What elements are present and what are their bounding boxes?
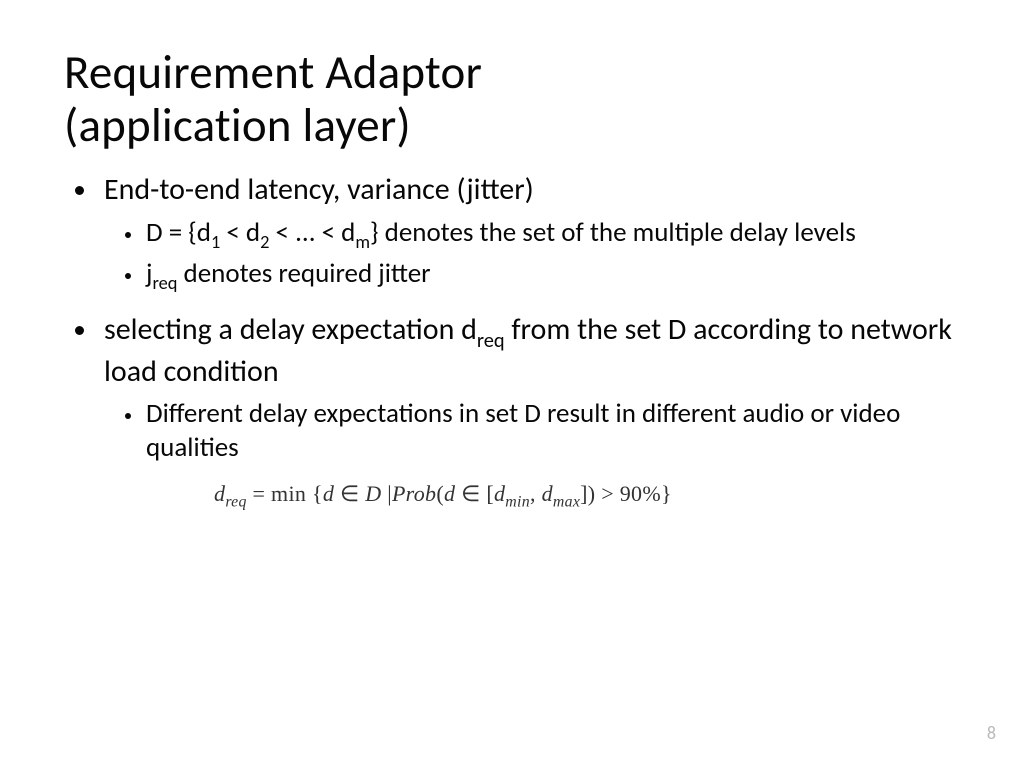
bullet-1a-sub3: m bbox=[355, 231, 370, 253]
bullet-2a: Different delay expectations in set D re… bbox=[144, 397, 960, 465]
eq-in1: ∈ bbox=[340, 481, 365, 506]
bullet-1a-sub2: 2 bbox=[260, 231, 269, 253]
bullet-1b: jreq denotes required jitter bbox=[144, 257, 960, 295]
eq-dmin: d bbox=[494, 481, 505, 506]
eq-setD: D bbox=[365, 481, 387, 506]
slide-title: Requirement Adaptor (application layer) bbox=[64, 46, 960, 151]
bullet-2-seg1: selecting a delay expectation d bbox=[104, 311, 477, 348]
bullet-1a: D = {d1 < d2 < ... < dm} denotes the set… bbox=[144, 216, 960, 254]
page-number: 8 bbox=[987, 722, 996, 744]
bullet-1b-sub: req bbox=[152, 272, 177, 294]
eq-comma: , bbox=[530, 481, 542, 506]
bullet-1a-seg3: < ... < d bbox=[269, 216, 355, 249]
eq-dmin-sub: min bbox=[505, 494, 530, 511]
equation: dreq = min {d ∈ D |Prob(d ∈ [dmin, dmax]… bbox=[214, 481, 960, 511]
bullet-1: End-to-end latency, variance (jitter) D … bbox=[100, 171, 960, 294]
eq-min: min bbox=[271, 481, 306, 506]
title-line-1: Requirement Adaptor bbox=[64, 43, 482, 101]
bullet-1-sublist: D = {d1 < d2 < ... < dm} denotes the set… bbox=[104, 216, 960, 295]
bullet-list: End-to-end latency, variance (jitter) D … bbox=[64, 171, 960, 465]
eq-in2: ∈ bbox=[461, 481, 486, 506]
bullet-2-sub: req bbox=[477, 329, 505, 353]
bullet-1-text: End-to-end latency, variance (jitter) bbox=[104, 171, 534, 208]
bullet-2: selecting a delay expectation dreq from … bbox=[100, 311, 960, 466]
eq-prob: Prob bbox=[392, 481, 436, 506]
eq-dreq-sub: req bbox=[225, 494, 246, 511]
bullet-1b-seg2: denotes required jitter bbox=[177, 257, 430, 290]
eq-brace-close: } bbox=[661, 481, 672, 506]
eq-brace-open: { bbox=[306, 481, 323, 506]
eq-equals: = bbox=[247, 481, 271, 506]
eq-d1: d bbox=[323, 481, 340, 506]
eq-d2: d bbox=[444, 481, 461, 506]
bullet-1a-seg1: D = {d bbox=[146, 216, 211, 249]
bullet-1a-seg2: < d bbox=[220, 216, 260, 249]
eq-gt: > bbox=[595, 481, 619, 506]
bullet-2-sublist: Different delay expectations in set D re… bbox=[104, 397, 960, 465]
bullet-2a-text: Different delay expectations in set D re… bbox=[146, 397, 900, 464]
eq-brack-open: [ bbox=[486, 481, 494, 506]
eq-dreq-d: d bbox=[214, 481, 225, 506]
eq-brack-close: ] bbox=[580, 481, 588, 506]
eq-pct: 90% bbox=[620, 481, 661, 506]
eq-dmax-sub: max bbox=[553, 494, 580, 511]
eq-dmax: d bbox=[542, 481, 553, 506]
bullet-1a-seg4: } denotes the set of the multiple delay … bbox=[370, 216, 856, 249]
bullet-1a-sub1: 1 bbox=[211, 231, 220, 253]
slide: Requirement Adaptor (application layer) … bbox=[0, 0, 1024, 768]
eq-paren-open: ( bbox=[436, 481, 444, 506]
title-line-2: (application layer) bbox=[64, 96, 411, 154]
